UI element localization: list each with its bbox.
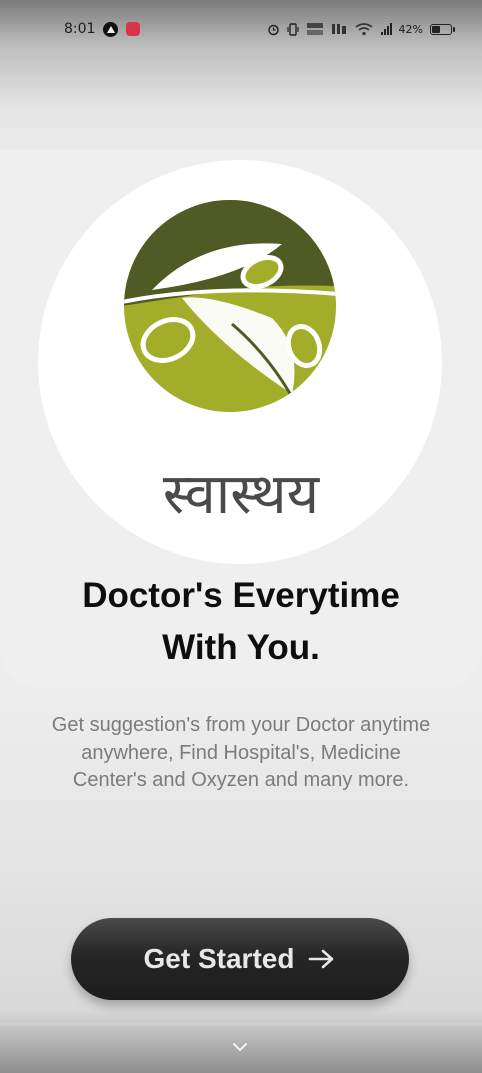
status-bar: 8:01 42%: [0, 0, 482, 62]
bottom-divider: [0, 1022, 482, 1026]
signal-icon: [380, 23, 392, 35]
battery-icon: [430, 23, 455, 35]
arrow-right-icon: [309, 949, 334, 969]
headline-line-2: With You.: [162, 628, 320, 667]
description-text: Get suggestion's from your Doctor anytim…: [51, 714, 431, 791]
app-a-icon: [103, 21, 119, 37]
get-started-button[interactable]: Get Started: [71, 918, 409, 1000]
vibrate-icon: [286, 22, 299, 36]
data-speed-icon: [306, 23, 323, 35]
chevron-down-icon[interactable]: [231, 1040, 249, 1054]
alarm-icon: [267, 24, 279, 35]
volte-icon: [331, 24, 346, 34]
status-time: 8:01: [64, 21, 96, 37]
brand-name: स्वास्थय: [162, 462, 320, 527]
app-notification-icon: [126, 22, 141, 36]
headline-line-1: Doctor's Everytime: [82, 576, 400, 615]
app-logo-icon: [124, 200, 336, 412]
page-title: Doctor's Everytime With You.: [0, 570, 482, 674]
status-left: 8:01: [64, 21, 141, 37]
battery-percent: 42%: [398, 22, 423, 36]
get-started-label: Get Started: [143, 943, 295, 974]
status-right: 42%: [267, 22, 455, 36]
wifi-icon: [355, 23, 373, 36]
